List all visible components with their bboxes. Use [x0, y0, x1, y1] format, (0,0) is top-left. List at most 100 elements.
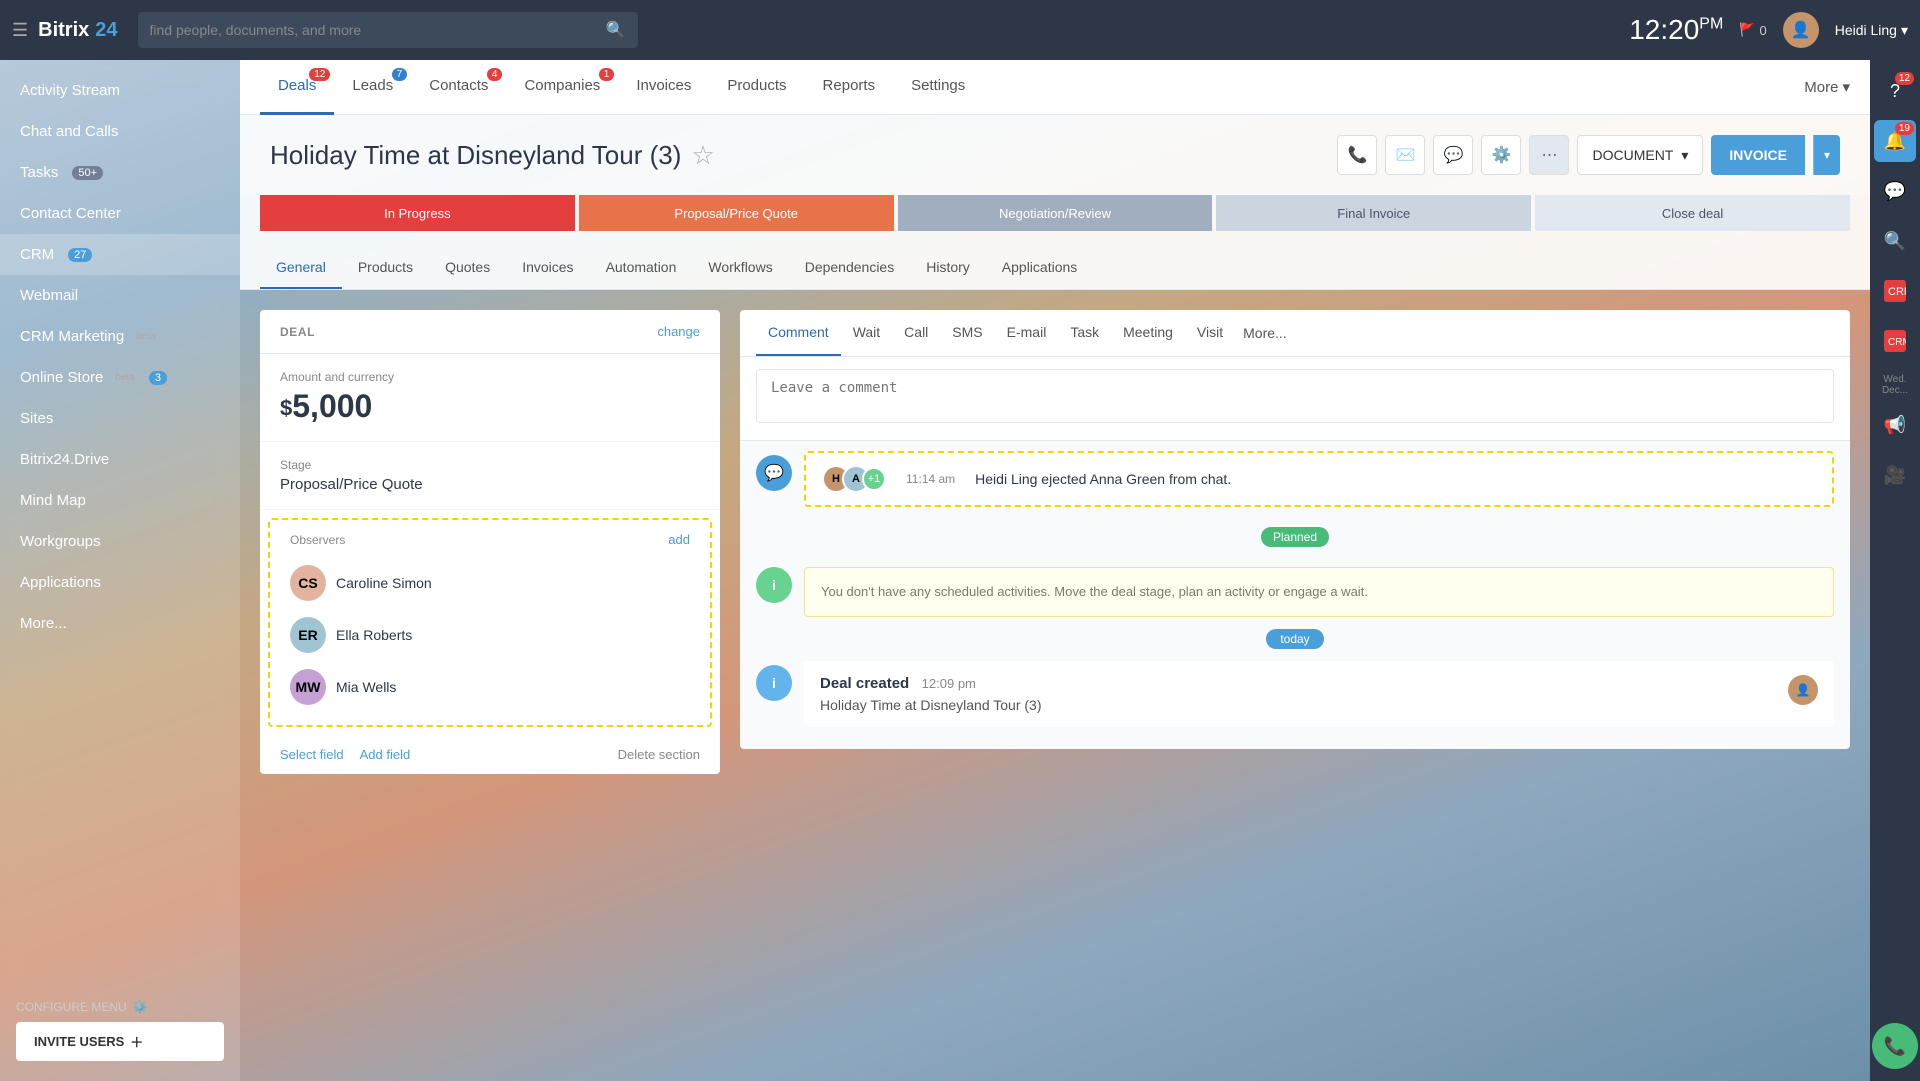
sidebar-item-sites[interactable]: Sites: [0, 398, 240, 439]
search-icon[interactable]: 🔍: [606, 20, 626, 40]
sidebar-item-chat-and-calls[interactable]: Chat and Calls: [0, 111, 240, 152]
subtab-history[interactable]: History: [910, 247, 986, 289]
sidebar-item-workgroups[interactable]: Workgroups: [0, 521, 240, 562]
sidebar-item-online-store[interactable]: Online Store beta 3: [0, 357, 240, 398]
tab-deals[interactable]: Deals 12: [260, 60, 334, 115]
phone-fab-btn[interactable]: 📞: [1872, 1023, 1918, 1069]
subtab-invoices[interactable]: Invoices: [506, 247, 589, 289]
subtab-dependencies[interactable]: Dependencies: [789, 247, 911, 289]
sidebar-item-bitrix24-drive[interactable]: Bitrix24.Drive: [0, 439, 240, 480]
sidebar-item-webmail[interactable]: Webmail: [0, 275, 240, 316]
avatar: 👤: [1783, 12, 1819, 48]
ejected-count: +1: [862, 467, 886, 491]
sidebar-item-applications[interactable]: Applications: [0, 562, 240, 603]
stage-negotiation[interactable]: Negotiation/Review: [898, 195, 1213, 231]
chat-icon-btn[interactable]: 💬: [1874, 170, 1916, 212]
sidebar-item-tasks[interactable]: Tasks 50+: [0, 152, 240, 193]
add-field-link[interactable]: Add field: [360, 747, 411, 762]
sidebar-item-activity-stream[interactable]: Activity Stream: [0, 70, 240, 111]
delete-section-link[interactable]: Delete section: [618, 747, 700, 762]
comment-tab-email[interactable]: E-mail: [995, 310, 1059, 356]
comment-tab-more[interactable]: More...: [1243, 325, 1287, 341]
video-icon-btn[interactable]: 🎥: [1874, 454, 1916, 496]
stage-field: Stage Proposal/Price Quote: [260, 442, 720, 510]
comment-tab-wait[interactable]: Wait: [841, 310, 892, 356]
sidebar-item-crm[interactable]: CRM 27: [0, 234, 240, 275]
stage-close-deal[interactable]: Close deal: [1535, 195, 1850, 231]
settings-action-btn[interactable]: ⚙️: [1481, 135, 1521, 175]
crm-icon-btn[interactable]: CRM: [1874, 270, 1916, 312]
extra-action-btn[interactable]: ⋯: [1529, 135, 1569, 175]
search-input[interactable]: [150, 22, 606, 38]
comment-tab-meeting[interactable]: Meeting: [1111, 310, 1185, 356]
deal-sub-tabs: General Products Quotes Invoices Automat…: [240, 247, 1870, 290]
select-field-link[interactable]: Select field: [280, 747, 344, 762]
ejected-card: H A +1 11:14 am Heidi Ling ejected Anna …: [804, 451, 1834, 507]
invoice-button[interactable]: INVOICE: [1711, 135, 1805, 175]
tab-reports[interactable]: Reports: [805, 60, 894, 115]
deal-actions: 📞 ✉️ 💬 ⚙️ ⋯ DOCUMENT ▾ INVOICE ▾: [1337, 135, 1840, 175]
add-observer-link[interactable]: add: [668, 532, 690, 547]
star-icon[interactable]: ☆: [691, 140, 714, 171]
megaphone-icon-btn[interactable]: 📢: [1874, 404, 1916, 446]
notifications-icon-btn[interactable]: 🔔 19: [1874, 120, 1916, 162]
chat-timeline-icon: 💬: [756, 455, 792, 491]
sidebar-item-contact-center[interactable]: Contact Center: [0, 193, 240, 234]
right-sidebar: ? 12 🔔 19 💬 🔍 CRM CRM Wed. Dec... 📢 🎥 📞: [1870, 0, 1920, 1081]
timeline-item-deal-created: i Deal created 12:09 pm Holiday Time at …: [756, 661, 1834, 727]
stage-proposal[interactable]: Proposal/Price Quote: [579, 195, 894, 231]
sidebar-item-more[interactable]: More...: [0, 603, 240, 644]
content-area: DEAL change Amount and currency $5,000 S…: [240, 290, 1870, 794]
tab-products[interactable]: Products: [709, 60, 804, 115]
timeline-content-no-activities: You don't have any scheduled activities.…: [804, 563, 1834, 617]
subtab-quotes[interactable]: Quotes: [429, 247, 506, 289]
subtab-products[interactable]: Products: [342, 247, 429, 289]
topbar: ☰ Bitrix 24 🔍 12:20PM 🚩 0 👤 Heidi Ling ▾: [0, 0, 1920, 60]
comment-tab-visit[interactable]: Visit: [1185, 310, 1235, 356]
configure-menu-btn[interactable]: CONFIGURE MENU ⚙️: [16, 992, 224, 1022]
activity-panel: Comment Wait Call SMS E-mail Task: [740, 310, 1850, 774]
tab-contacts[interactable]: Contacts 4: [411, 60, 506, 115]
user-menu[interactable]: Heidi Ling ▾: [1835, 22, 1908, 39]
help-icon-btn[interactable]: ? 12: [1874, 70, 1916, 112]
timeline-item-no-activities: i You don't have any scheduled activitie…: [756, 563, 1834, 617]
comment-tab-call[interactable]: Call: [892, 310, 940, 356]
comment-tab-sms[interactable]: SMS: [940, 310, 994, 356]
sidebar-item-crm-marketing[interactable]: CRM Marketing beta: [0, 316, 240, 357]
search-sidebar-icon-btn[interactable]: 🔍: [1874, 220, 1916, 262]
invite-users-button[interactable]: INVITE USERS ＋: [16, 1022, 224, 1061]
sidebar-item-mind-map[interactable]: Mind Map: [0, 480, 240, 521]
comment-tab-task[interactable]: Task: [1058, 310, 1111, 356]
time-display: 12:20PM: [1629, 14, 1723, 46]
hamburger-icon[interactable]: ☰: [12, 20, 28, 41]
chat-action-btn[interactable]: 💬: [1433, 135, 1473, 175]
comment-input[interactable]: [756, 369, 1834, 423]
phone-action-btn[interactable]: 📞: [1337, 135, 1377, 175]
avatar-mia: MW: [290, 669, 326, 705]
tab-settings[interactable]: Settings: [893, 60, 983, 115]
stage-in-progress[interactable]: In Progress: [260, 195, 575, 231]
email-action-btn[interactable]: ✉️: [1385, 135, 1425, 175]
change-link[interactable]: change: [657, 324, 700, 339]
tab-more[interactable]: More ▾: [1804, 78, 1850, 96]
document-button[interactable]: DOCUMENT ▾: [1577, 135, 1703, 175]
stage-final-invoice[interactable]: Final Invoice: [1216, 195, 1531, 231]
tab-companies[interactable]: Companies 1: [506, 60, 618, 115]
svg-text:CRM: CRM: [1888, 337, 1906, 348]
subtab-workflows[interactable]: Workflows: [692, 247, 788, 289]
observers-section: Observers add CS Caroline Simon ER Ella …: [268, 518, 712, 727]
crm2-icon-btn[interactable]: CRM: [1874, 320, 1916, 362]
comment-tab-comment[interactable]: Comment: [756, 310, 841, 356]
panel-footer: Select field Add field Delete section: [260, 735, 720, 774]
tab-invoices[interactable]: Invoices: [618, 60, 709, 115]
deal-header: Holiday Time at Disneyland Tour (3) ☆ 📞 …: [240, 115, 1870, 195]
search-bar: 🔍: [138, 12, 638, 48]
invoice-dropdown-button[interactable]: ▾: [1813, 135, 1840, 175]
amount-field: Amount and currency $5,000: [260, 354, 720, 442]
subtab-general[interactable]: General: [260, 247, 342, 289]
subtab-applications[interactable]: Applications: [986, 247, 1094, 289]
tab-leads[interactable]: Leads 7: [334, 60, 411, 115]
timeline-content-ejected: H A +1 11:14 am Heidi Ling ejected Anna …: [804, 451, 1834, 507]
crm-nav-tabs: Deals 12 Leads 7 Contacts 4 Companies 1 …: [240, 60, 1870, 115]
subtab-automation[interactable]: Automation: [590, 247, 693, 289]
